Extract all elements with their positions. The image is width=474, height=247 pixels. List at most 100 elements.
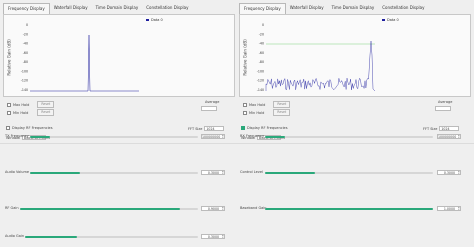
left-frequency-panel: Frequency Display Waterfall Display Time… [3,3,235,121]
right-spectrum-trace [265,40,376,92]
slider-fill [20,208,181,210]
right-spectrum-plot[interactable]: 0 -20 -40 -60 -80 -100 -120 -140 Data 0 Relativ… [239,14,471,97]
tab-constellation-display[interactable]: Constellation Display [378,3,428,14]
legend-swatch [382,19,385,21]
spin-arrows-icon[interactable]: ▴ ▾ [222,134,223,139]
tab-waterfall-display[interactable]: Waterfall Display [50,3,92,14]
right-tab-bar: Frequency Display Waterfall Display Time… [239,3,428,14]
tab-waterfall-display[interactable]: Waterfall Display [286,3,328,14]
right-average-input[interactable] [435,106,451,111]
y-tick-label: -140 [257,88,264,92]
legend-swatch [146,19,149,21]
spinbox-value: 0.3000 [207,235,219,239]
tab-frequency-display[interactable]: Frequency Display [239,3,286,14]
slider-fill [25,236,77,238]
right-frequency-panel: Frequency Display Waterfall Display Time… [239,3,471,121]
rx-frequency-slider[interactable] [265,136,433,138]
right-display-rf-row: Display RF Frequencies [241,126,288,130]
spinbox-value: 0.3000 [207,171,219,175]
rf-gain-spinbox[interactable]: 0.9000 ▴ ▾ [201,206,225,211]
y-tick-label: -60 [23,51,28,55]
spin-arrows-icon[interactable]: ▴ ▾ [222,234,223,239]
left-max-hold-reset-button[interactable]: Reset [37,101,55,108]
spinbox-value: 100000000 [438,135,457,139]
tab-frequency-display[interactable]: Frequency Display [3,3,50,14]
audio-gain-label: Audio Gain [5,234,25,238]
slider-fill [30,172,81,174]
spin-arrows-icon[interactable]: ▴ ▾ [458,134,459,139]
left-max-hold-checkbox[interactable] [7,102,11,107]
baseband-gain-slider[interactable] [265,208,433,210]
left-fft-size-label: FFT Size [188,126,203,131]
y-tick-label: -120 [257,79,264,83]
y-tick-label: -40 [23,42,28,46]
y-tick-label: -120 [21,79,28,83]
left-average-label: Average [205,100,220,104]
left-average-input[interactable] [201,106,217,111]
right-fft-size-select[interactable]: 1024 [439,126,460,131]
baseband-gain-spinbox[interactable]: 1.0000 ▴ ▾ [437,206,461,211]
control-level-slider[interactable] [265,172,433,174]
right-max-hold-checkbox[interactable] [243,102,247,107]
audio-volume-spinbox[interactable]: 0.3000 ▴ ▾ [201,170,225,175]
right-spectrum-svg: 0 -20 -40 -60 -80 -100 -120 -140 Data 0 [257,18,399,92]
spinbox-value: 1.0000 [443,207,455,211]
y-tick-label: -40 [259,42,264,46]
left-fft-size-select[interactable]: 1024 [204,126,225,131]
spin-arrows-icon[interactable]: ▴ ▾ [222,170,223,175]
audio-volume-slider[interactable] [30,172,198,174]
rf-gain-label: RF Gain [5,206,19,210]
slider-fill [30,136,51,138]
right-min-hold-reset-button[interactable]: Reset [273,109,291,116]
left-spectrum-trace [30,34,139,92]
y-tick-label: -100 [257,69,264,73]
left-min-hold-checkbox[interactable] [7,110,11,115]
left-max-hold-label: Max Hold [13,102,30,107]
control-level-spinbox[interactable]: 0.3000 ▴ ▾ [437,170,461,175]
left-spectrum-plot[interactable]: 0 -20 -40 -60 -80 -100 -120 -140 Data 0 Relativ… [3,14,235,97]
left-max-hold-row: Max Hold Reset [7,101,55,108]
audio-gain-slider[interactable] [25,236,198,238]
right-y-axis-title: Relative Gain (dB) [242,39,248,76]
left-fft-size-row: FFT Size 1024 [188,126,225,131]
left-display-rf-checkbox[interactable] [6,126,10,130]
slider-fill [265,136,286,138]
tx-frequency-spinbox[interactable]: 100000000 ▴ ▾ [201,134,225,139]
audio-gain-spinbox[interactable]: 0.3000 ▴ ▾ [201,234,225,239]
left-spectrum-svg: 0 -20 -40 -60 -80 -100 -120 -140 Data 0 [21,18,163,92]
spinbox-value: 100000000 [202,135,221,139]
y-tick-label: -80 [259,60,264,64]
right-display-rf-checkbox[interactable] [241,126,245,130]
y-tick-label: -80 [23,60,28,64]
right-min-hold-row: Min Hold Reset [243,109,291,116]
spin-arrows-icon[interactable]: ▴ ▾ [222,206,223,211]
left-min-hold-row: Min Hold Reset [7,109,55,116]
y-tick-label: -20 [23,32,28,36]
legend-label: Data 0 [151,18,163,22]
tx-frequency-slider[interactable] [30,136,198,138]
right-fft-size-row: FFT Size 1024 [423,126,460,131]
tab-constellation-display[interactable]: Constellation Display [142,3,192,14]
spin-arrows-icon[interactable]: ▴ ▾ [458,170,459,175]
left-display-rf-row: Display RF Frequencies [6,126,53,130]
tab-time-domain-display[interactable]: Time Domain Display [328,3,379,14]
tab-time-domain-display[interactable]: Time Domain Display [92,3,143,14]
right-fft-size-label: FFT Size [423,126,438,131]
left-min-hold-label: Min Hold [13,110,29,115]
left-min-hold-reset-button[interactable]: Reset [37,109,55,116]
audio-volume-label: Audio Volume [5,170,30,174]
spin-arrows-icon[interactable]: ▴ ▾ [458,206,459,211]
right-average-label: Average [438,100,453,104]
y-tick-label: -60 [259,51,264,55]
y-tick-label: -140 [21,88,28,92]
right-max-hold-reset-button[interactable]: Reset [273,101,291,108]
rf-gain-slider[interactable] [20,208,198,210]
slider-fill [265,172,316,174]
right-min-hold-label: Min Hold [249,110,265,115]
right-min-hold-checkbox[interactable] [243,110,247,115]
tx-frequency-label: TX Frequency [5,134,29,138]
spinbox-value: 0.3000 [443,171,455,175]
left-tab-bar: Frequency Display Waterfall Display Time… [3,3,192,14]
rx-frequency-spinbox[interactable]: 100000000 ▴ ▾ [437,134,461,139]
legend-label: Data 0 [387,18,399,22]
